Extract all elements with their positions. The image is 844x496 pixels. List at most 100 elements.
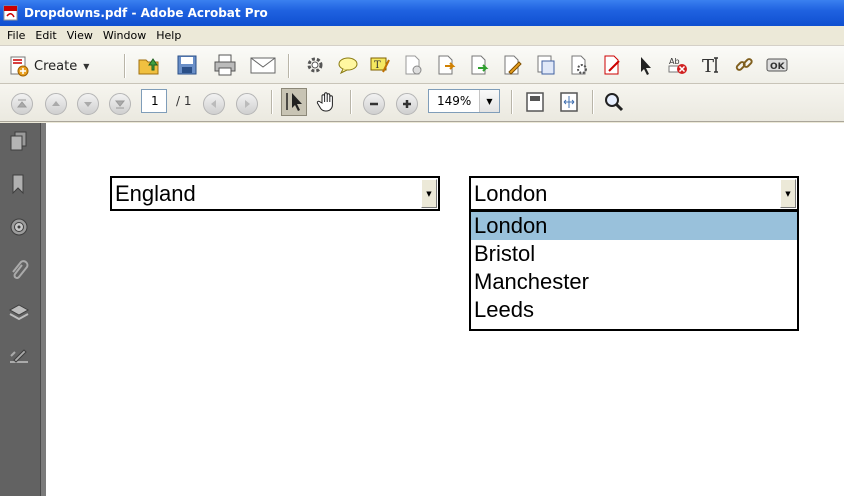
first-page-button[interactable] [11, 93, 33, 115]
arrow-left-icon [211, 100, 216, 108]
print-button[interactable] [212, 52, 238, 78]
zoom-out-button[interactable] [363, 93, 385, 115]
email-icon [250, 57, 276, 74]
bookmarks-panel-button[interactable] [8, 173, 30, 195]
arrow-down-icon [84, 102, 92, 107]
toolbar-separator [124, 54, 126, 78]
layers-panel-button[interactable] [8, 302, 30, 324]
title-bar: Dropdowns.pdf - Adobe Acrobat Pro [0, 0, 844, 26]
sign-pen-icon [504, 55, 522, 75]
menu-window[interactable]: Window [98, 29, 151, 42]
zoom-in-button[interactable] [396, 93, 418, 115]
last-page-button[interactable] [109, 93, 131, 115]
city-dropdown-button[interactable]: ▼ [780, 179, 796, 208]
text-field-icon: T [702, 56, 718, 76]
settings-gear-icon [307, 57, 323, 73]
navigation-panel [0, 123, 41, 496]
edit-form-button[interactable] [599, 52, 625, 78]
forward-arrow-icon [471, 55, 489, 75]
zoom-select[interactable]: 149% ▼ [428, 89, 500, 113]
open-button[interactable] [136, 52, 162, 78]
pages-panel-button[interactable] [8, 130, 30, 152]
city-dropdown-list: London Bristol Manchester Leeds [469, 211, 799, 331]
hand-tool-button[interactable] [314, 89, 340, 115]
country-combo-value: England [115, 181, 196, 206]
first-page-icon [16, 99, 28, 108]
highlight-button[interactable]: T [367, 52, 393, 78]
comment-button[interactable] [335, 52, 361, 78]
dropdown-option-manchester[interactable]: Manchester [471, 268, 797, 296]
plus-icon [403, 100, 411, 108]
city-combo-box[interactable]: London ▼ [469, 176, 799, 211]
next-view-button[interactable] [236, 93, 258, 115]
window-title: Dropdowns.pdf - Adobe Acrobat Pro [24, 6, 268, 20]
attach-file-icon [405, 55, 422, 75]
arrow-right-icon [245, 100, 250, 108]
delete-field-button[interactable]: Ab [665, 52, 691, 78]
acrobat-pdf-icon [3, 5, 18, 21]
create-button[interactable]: Create ▼ [8, 54, 89, 78]
ok-button-tool[interactable]: OK [764, 52, 790, 78]
menu-bar: File Edit View Window Help [0, 26, 844, 45]
arrow-up-icon [52, 101, 60, 106]
fit-page-button[interactable] [522, 89, 548, 115]
stamp-button[interactable] [533, 52, 559, 78]
export-button[interactable] [433, 52, 459, 78]
create-pdf-icon [10, 56, 29, 77]
menu-view[interactable]: View [62, 29, 98, 42]
document-stamp-icon [537, 55, 555, 75]
previous-view-button[interactable] [203, 93, 225, 115]
dropdown-option-bristol[interactable]: Bristol [471, 240, 797, 268]
fit-page-icon [526, 92, 544, 112]
create-label: Create [34, 58, 78, 74]
save-button[interactable] [174, 52, 200, 78]
signatures-panel-button[interactable] [8, 345, 30, 367]
delete-field-icon: Ab [668, 57, 687, 74]
menu-file[interactable]: File [2, 29, 30, 42]
print-icon [214, 54, 236, 76]
svg-text:T: T [702, 56, 714, 76]
previous-page-button[interactable] [45, 93, 67, 115]
toolbar-separator [511, 90, 513, 114]
attach-button[interactable] [400, 52, 426, 78]
svg-text:Ab: Ab [669, 57, 680, 66]
toolbar-separator [271, 90, 273, 114]
next-page-button[interactable] [77, 93, 99, 115]
country-combo-box[interactable]: England ▼ [110, 176, 440, 211]
minus-icon [370, 102, 378, 106]
toolbar-separator [288, 54, 290, 78]
country-dropdown-button[interactable]: ▼ [421, 179, 437, 208]
hand-icon [316, 92, 333, 112]
chevron-down-icon: ▼ [83, 61, 90, 71]
ok-button-icon: OK [766, 58, 788, 72]
edit-form-icon [604, 55, 620, 75]
find-button[interactable] [601, 89, 627, 115]
navigation-toolbar: 1 / 1 149% ▼ [0, 84, 844, 122]
select-object-button[interactable] [632, 52, 658, 78]
doc-settings-button[interactable] [566, 52, 592, 78]
email-button[interactable] [250, 52, 276, 78]
save-icon [177, 55, 197, 75]
forward-button[interactable] [466, 52, 492, 78]
text-field-button[interactable]: T [698, 52, 724, 78]
page-number-input[interactable]: 1 [141, 89, 167, 113]
menu-help[interactable]: Help [151, 29, 186, 42]
svg-text:OK: OK [770, 62, 786, 72]
link-button[interactable] [731, 52, 757, 78]
chevron-down-icon[interactable]: ▼ [479, 90, 499, 112]
dropdown-option-leeds[interactable]: Leeds [471, 296, 797, 324]
highlight-text-icon: T [370, 57, 390, 73]
fit-width-icon [560, 92, 578, 112]
link-icon [735, 58, 753, 71]
dropdown-option-london[interactable]: London [471, 212, 797, 240]
destinations-panel-button[interactable] [8, 216, 30, 238]
open-folder-icon [138, 58, 159, 75]
toolbar-separator [592, 90, 594, 114]
sign-button[interactable] [499, 52, 525, 78]
settings-button[interactable] [302, 52, 328, 78]
document-settings-icon [571, 55, 587, 75]
select-tool-button[interactable] [281, 88, 307, 116]
fit-width-button[interactable] [556, 89, 582, 115]
attachments-panel-button[interactable] [8, 259, 30, 281]
menu-edit[interactable]: Edit [30, 29, 61, 42]
